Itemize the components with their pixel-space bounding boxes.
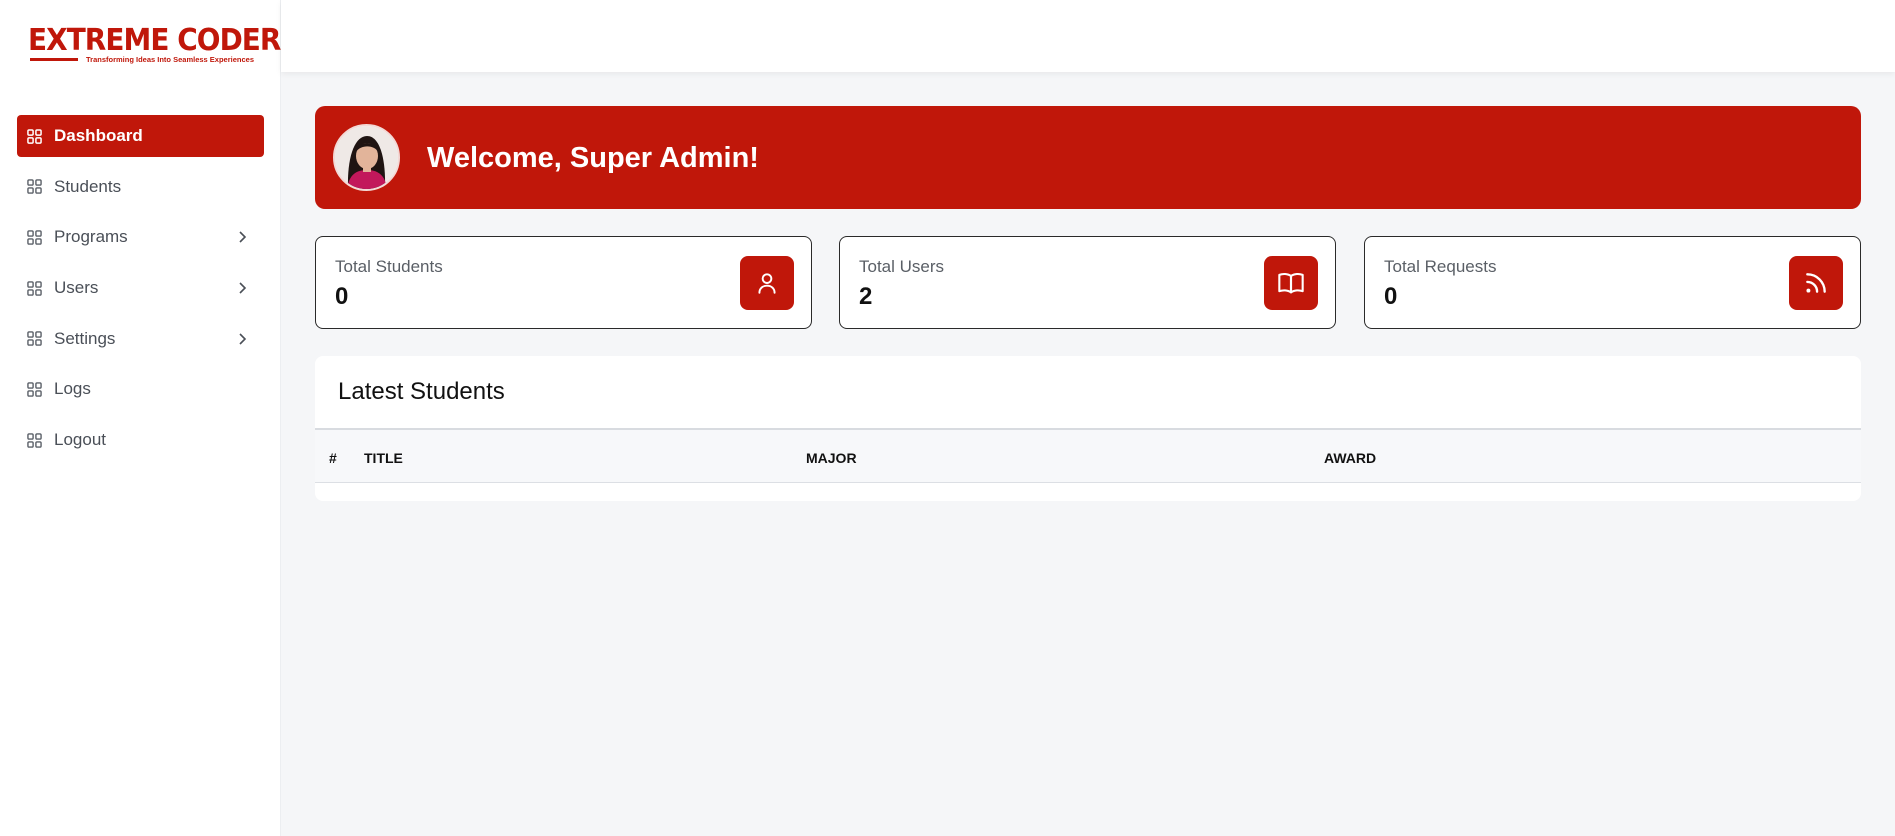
- sidebar-item-label: Users: [54, 278, 99, 298]
- stat-card-total-students: Total Students 0: [315, 236, 812, 329]
- sidebar-item-logout[interactable]: Logout: [17, 419, 264, 461]
- grid-icon: [27, 382, 42, 397]
- sidebar-item-dashboard[interactable]: Dashboard: [17, 115, 264, 157]
- sidebar-item-label: Logs: [54, 379, 91, 399]
- stat-value: 0: [1384, 283, 1398, 310]
- stat-label: Total Students: [335, 257, 443, 276]
- column-header-major[interactable]: MAJOR: [806, 450, 857, 466]
- grid-icon: [27, 179, 42, 194]
- sidebar-item-students[interactable]: Students: [17, 166, 264, 208]
- stat-value: 0: [335, 283, 349, 310]
- stat-icon-button[interactable]: [1789, 256, 1843, 310]
- sidebar-nav: Dashboard Students Programs Users Settin…: [17, 115, 264, 470]
- column-header-award[interactable]: AWARD: [1324, 450, 1376, 466]
- stat-label: Total Users: [859, 257, 945, 276]
- stat-icon-button[interactable]: [1264, 256, 1318, 310]
- welcome-banner: Welcome, Super Admin!: [315, 106, 1861, 209]
- user-icon: [758, 273, 776, 294]
- top-header-bar: [281, 0, 1895, 72]
- stat-card-total-requests: Total Requests 0: [1364, 236, 1861, 329]
- grid-icon: [27, 280, 42, 296]
- sidebar-item-users[interactable]: Users: [17, 267, 264, 309]
- sidebar-item-label: Logout: [54, 430, 106, 450]
- chevron-right-icon: [239, 333, 247, 345]
- grid-icon: [27, 331, 42, 347]
- chevron-right-icon: [239, 231, 247, 243]
- sidebar-item-programs[interactable]: Programs: [17, 216, 264, 258]
- book-icon: [1278, 273, 1304, 294]
- grid-icon: [27, 128, 42, 144]
- sidebar-item-label: Programs: [54, 227, 128, 247]
- avatar[interactable]: [333, 124, 400, 191]
- welcome-title: Welcome, Super Admin!: [427, 142, 759, 174]
- sidebar-item-label: Students: [54, 176, 122, 196]
- column-header-number[interactable]: #: [329, 450, 337, 466]
- latest-students-card: Latest Students # TITLE MAJOR AWARD: [315, 356, 1861, 501]
- stat-label: Total Requests: [1384, 257, 1497, 276]
- brand-tagline: Transforming Ideas Into Seamless Experie…: [86, 55, 254, 64]
- sidebar-item-logs[interactable]: Logs: [17, 368, 264, 410]
- stat-value: 2: [859, 283, 873, 310]
- brand-name: EXTREME CODERS: [28, 23, 301, 58]
- grid-icon: [27, 230, 42, 245]
- stat-icon-button[interactable]: [740, 256, 794, 310]
- grid-icon: [27, 432, 42, 448]
- rss-icon: [1806, 273, 1826, 293]
- sidebar-item-label: Settings: [54, 328, 116, 348]
- logo-underline: [30, 58, 78, 61]
- sidebar: EXTREME CODERS Transforming Ideas Into S…: [0, 0, 301, 836]
- user-avatar-image: [335, 126, 398, 189]
- chevron-right-icon: [239, 282, 247, 294]
- table-header-row: # TITLE MAJOR AWARD: [315, 428, 1861, 483]
- sidebar-item-settings[interactable]: Settings: [17, 318, 264, 360]
- latest-students-title: Latest Students: [338, 378, 505, 405]
- column-header-title[interactable]: TITLE: [364, 450, 403, 466]
- stat-card-total-users: Total Users 2: [839, 236, 1336, 329]
- brand-logo[interactable]: EXTREME CODERS Transforming Ideas Into S…: [28, 23, 301, 66]
- sidebar-item-label: Dashboard: [54, 126, 143, 145]
